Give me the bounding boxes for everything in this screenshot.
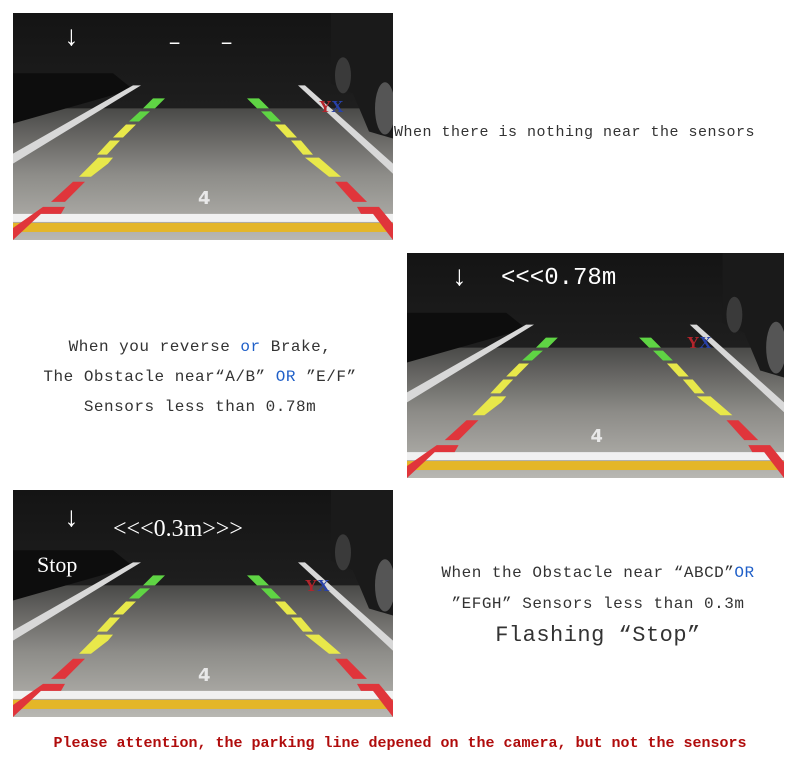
arrow-down-icon: ↓	[63, 23, 80, 54]
arrow-down-icon: ↓	[63, 504, 80, 535]
sensor-dash-right: –	[220, 31, 234, 56]
distance-readout: <<<0.78m	[501, 265, 617, 292]
attention-notice: Please attention, the parking line depen…	[53, 735, 747, 752]
yx-label: YX	[319, 97, 344, 116]
stop-warning: Stop	[37, 552, 78, 577]
caption-stop: When the Obstacle near “ABCD”OR ”EFGH” S…	[441, 564, 755, 648]
caption-reverse: When you reverse or Brake, The Obstacle …	[43, 338, 357, 416]
camera-view-panel-3: ↓ Stop <<<0.3m>>> YX	[13, 490, 393, 717]
sensor-dash-left: –	[168, 31, 182, 56]
yx-label: YX	[687, 333, 712, 352]
camera-view-panel-2: ↓ <<<0.78m YX	[407, 253, 784, 478]
yx-label: YX	[305, 576, 330, 595]
distance-readout: <<<0.3m>>>	[113, 516, 243, 542]
arrow-down-icon: ↓	[451, 263, 468, 294]
caption-nothing-near: When there is nothing near the sensors	[394, 124, 756, 141]
camera-view-panel-1: ↓ – – YX	[13, 13, 393, 240]
